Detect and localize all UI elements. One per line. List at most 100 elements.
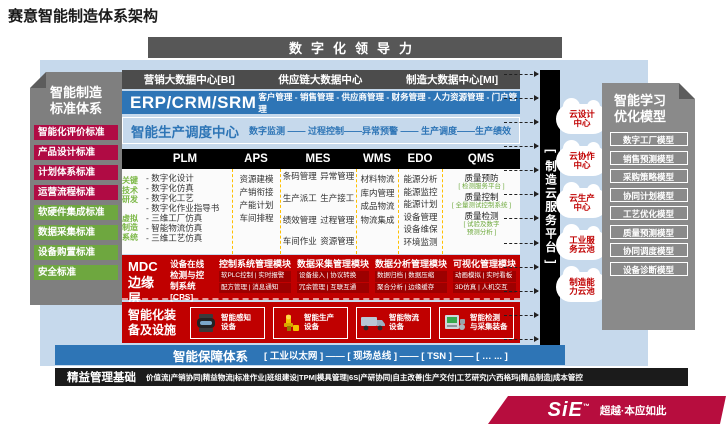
standard-item: 安全标准 (34, 265, 118, 280)
dashed-arrow (504, 267, 538, 268)
model-item: 协同调度模型 (610, 243, 688, 257)
mdc-module-line1: 设备接入 | 协议转换 (297, 271, 369, 282)
standard-item: 软硬件集成标准 (34, 205, 118, 220)
equipment-box-production: 智能生产 设备 (273, 307, 348, 339)
mdc-module-title: 控制系统管理模块 (219, 259, 291, 270)
plm-item: 三维工艺仿真 (138, 233, 232, 243)
edo-item: 设备管理 (399, 211, 442, 224)
standard-item: 设备购置标准 (34, 245, 118, 260)
assurance-title: 智能保障体系 (173, 346, 248, 365)
cloud-bubble-label: 工业服 务云池 (569, 236, 595, 255)
erp-title: ERP/CRM/SRM (130, 93, 256, 113)
page-title: 赛意智能制造体系架构 (8, 5, 158, 26)
systems-matrix: PLM APS MES WMS EDO QMS 关键 技术 研发 虚拟 制造 系… (122, 149, 520, 254)
smart-equipment-row: 智能化装 备及设施 智能感知 设备 智能生产 (122, 302, 520, 343)
mdc-module-title: 数据采集管理模块 (297, 259, 369, 270)
mdc-module: 数据分析管理模块 数据归档 | 数据压缩 聚合分析 | 边缘缓存 (375, 259, 447, 295)
sie-logo: SiE™ (548, 399, 591, 422)
standards-panel-title: 智能制造 标准体系 (30, 85, 122, 117)
model-item: 工艺优化模型 (610, 206, 688, 220)
equipment-box-sensing: 智能感知 设备 (190, 307, 265, 339)
equipment-boxes: 智能感知 设备 智能生产 设备 智能物流 (190, 307, 514, 339)
standard-item: 计划体系标准 (34, 165, 118, 180)
plm-item: 三维工厂仿真 (138, 213, 232, 223)
wms-item: 库内管理 (357, 187, 398, 201)
panel-fold-corner (679, 83, 695, 99)
aps-item: 资源建模 (233, 173, 280, 186)
cloud-bubble: 云设计 中心 (556, 104, 608, 134)
lean-management-bar: 精益管理基础 价值流|产销协同|精益物流|标准作业|班组建设|TPM|模具管理|… (55, 368, 688, 386)
mes-item: 生产派工 (281, 193, 319, 211)
equipment-box-label: 智能检测 与采集装备 (470, 314, 508, 331)
assurance-flow: [ 工业以太网 ] —— [ 现场总线 ] —— [ TSN ] —— [ … … (264, 348, 508, 362)
logistics-truck-icon (360, 313, 386, 333)
lean-items-text: 价值流|产销协同|精益物流|标准作业|班组建设|TPM|模具管理|6S|产研协同… (146, 372, 583, 383)
model-item: 质量预测模型 (610, 225, 688, 239)
mdc-module-line2: 配方管理 | 消息通知 (219, 283, 291, 294)
mdc-module: 数据采集管理模块 设备接入 | 协议转换 冗余管理 | 互联互通 (297, 259, 369, 295)
plm-item: 智能物流仿真 (138, 223, 232, 233)
mdc-module-line2: 聚合分析 | 边缘缓存 (375, 283, 447, 294)
wms-item: 物流集成 (357, 214, 398, 228)
edo-item: 环境监测 (399, 236, 442, 249)
plm-item: 数字化仿真 (138, 183, 232, 193)
brand-footer: SiE™ 超越·本应如此 (488, 396, 726, 424)
dashed-arrow (504, 218, 538, 219)
matrix-column-header: APS (232, 149, 280, 169)
data-flow-arrows (504, 74, 538, 340)
dispatch-flow: 数字监测 —— 过程控制——异常预警 —— 生产调度——生产绩效 (249, 124, 511, 137)
dashed-arrow (504, 291, 538, 292)
aps-item: 产能计划 (233, 199, 280, 212)
equipment-box-logistics: 智能物流 设备 (356, 307, 431, 339)
mes-item: 资源管理 (319, 236, 357, 254)
dashed-arrow (504, 122, 538, 123)
cps-label: 设备在线 检测与控 制系统[CPS] (170, 259, 214, 295)
cloud-bubble: 云生产 中心 (556, 188, 608, 218)
inspection-device-icon (443, 313, 467, 333)
production-dispatch-bar: 智能生产调度中心 数字监测 —— 过程控制——异常预警 —— 生产调度——生产绩… (122, 117, 520, 144)
model-item: 数字工厂模型 (610, 132, 688, 146)
assurance-bar: 智能保障体系 [ 工业以太网 ] —— [ 现场总线 ] —— [ TSN ] … (55, 345, 565, 365)
dashed-arrow (504, 74, 538, 75)
standard-item: 智能化评价标准 (34, 125, 118, 140)
side-label-virtual: 虚拟 制造 系统 (122, 214, 138, 243)
dashed-arrow (504, 243, 538, 244)
matrix-column-header: PLM (138, 149, 232, 169)
aps-column: 资源建模产销衔接产能计划车间排程 (232, 169, 280, 254)
dashed-arrow (504, 194, 538, 195)
production-robot-icon (277, 313, 301, 333)
mes-item: 过程管理 (319, 215, 357, 233)
matrix-side-labels: 关键 技术 研发 虚拟 制造 系统 (122, 169, 138, 254)
standard-item: 数据采集标准 (34, 225, 118, 240)
cloud-services: 云设计 中心 云协作 中心 云生产 中心 工业服 务云池 制造能 力云池 (556, 104, 608, 302)
brand-slogan: 超越·本应如此 (600, 403, 667, 418)
plm-item: 数字化工艺 (138, 193, 232, 203)
cloud-bubble-label: 云设计 中心 (569, 110, 595, 129)
equipment-box-label: 智能生产 设备 (304, 314, 334, 331)
mdc-module-line2: 冗余管理 | 互联互通 (297, 283, 369, 294)
dashed-arrow (504, 146, 538, 147)
lean-title: 精益管理基础 (67, 369, 136, 385)
dashed-arrow (504, 98, 538, 99)
cloud-bubble: 工业服 务云池 (556, 230, 608, 260)
matrix-header-spacer (122, 149, 138, 169)
erp-subtitle: 客户管理 - 销售管理 - 供应商管理 - 财务管理 - 人力资源管理 - 门户… (258, 91, 520, 115)
cloud-bubble-label: 云协作 中心 (569, 152, 595, 171)
dispatch-title: 智能生产调度中心 (123, 121, 249, 141)
architecture-diagram: 赛意智能制造体系架构 数字化领导力 智能制造 标准体系 智能化评价标准 产品设计… (0, 0, 726, 424)
dashed-arrow (504, 170, 538, 171)
edo-column: 能源分析能源监控能源计划设备管理设备维保环境监测 (398, 169, 442, 254)
edo-item: 能源监控 (399, 186, 442, 199)
data-center-label: 供应链大数据中心 (278, 72, 362, 87)
equipment-title: 智能化装 备及设施 (128, 308, 184, 338)
learning-models-panel: 智能学习 优化模型 数字工厂模型 销售预测模型 采购策略模型 协同计划模型 工艺… (602, 83, 695, 330)
standards-panel: 智能制造 标准体系 智能化评价标准 产品设计标准 计划体系标准 运营流程标准 软… (30, 72, 122, 305)
mdc-module-title: 数据分析管理模块 (375, 259, 447, 270)
mdc-module: 控制系统管理模块 软PLC控制 | 实时报警 配方管理 | 消息通知 (219, 259, 291, 295)
wms-item: 成品物流 (357, 200, 398, 214)
aps-item: 车间排程 (233, 212, 280, 225)
models-list: 数字工厂模型 销售预测模型 采购策略模型 协同计划模型 工艺优化模型 质量预测模… (602, 132, 695, 276)
matrix-column-header: MES (280, 149, 356, 169)
mes-item: 条码管理 (281, 171, 319, 189)
matrix-column-header: EDO (398, 149, 442, 169)
